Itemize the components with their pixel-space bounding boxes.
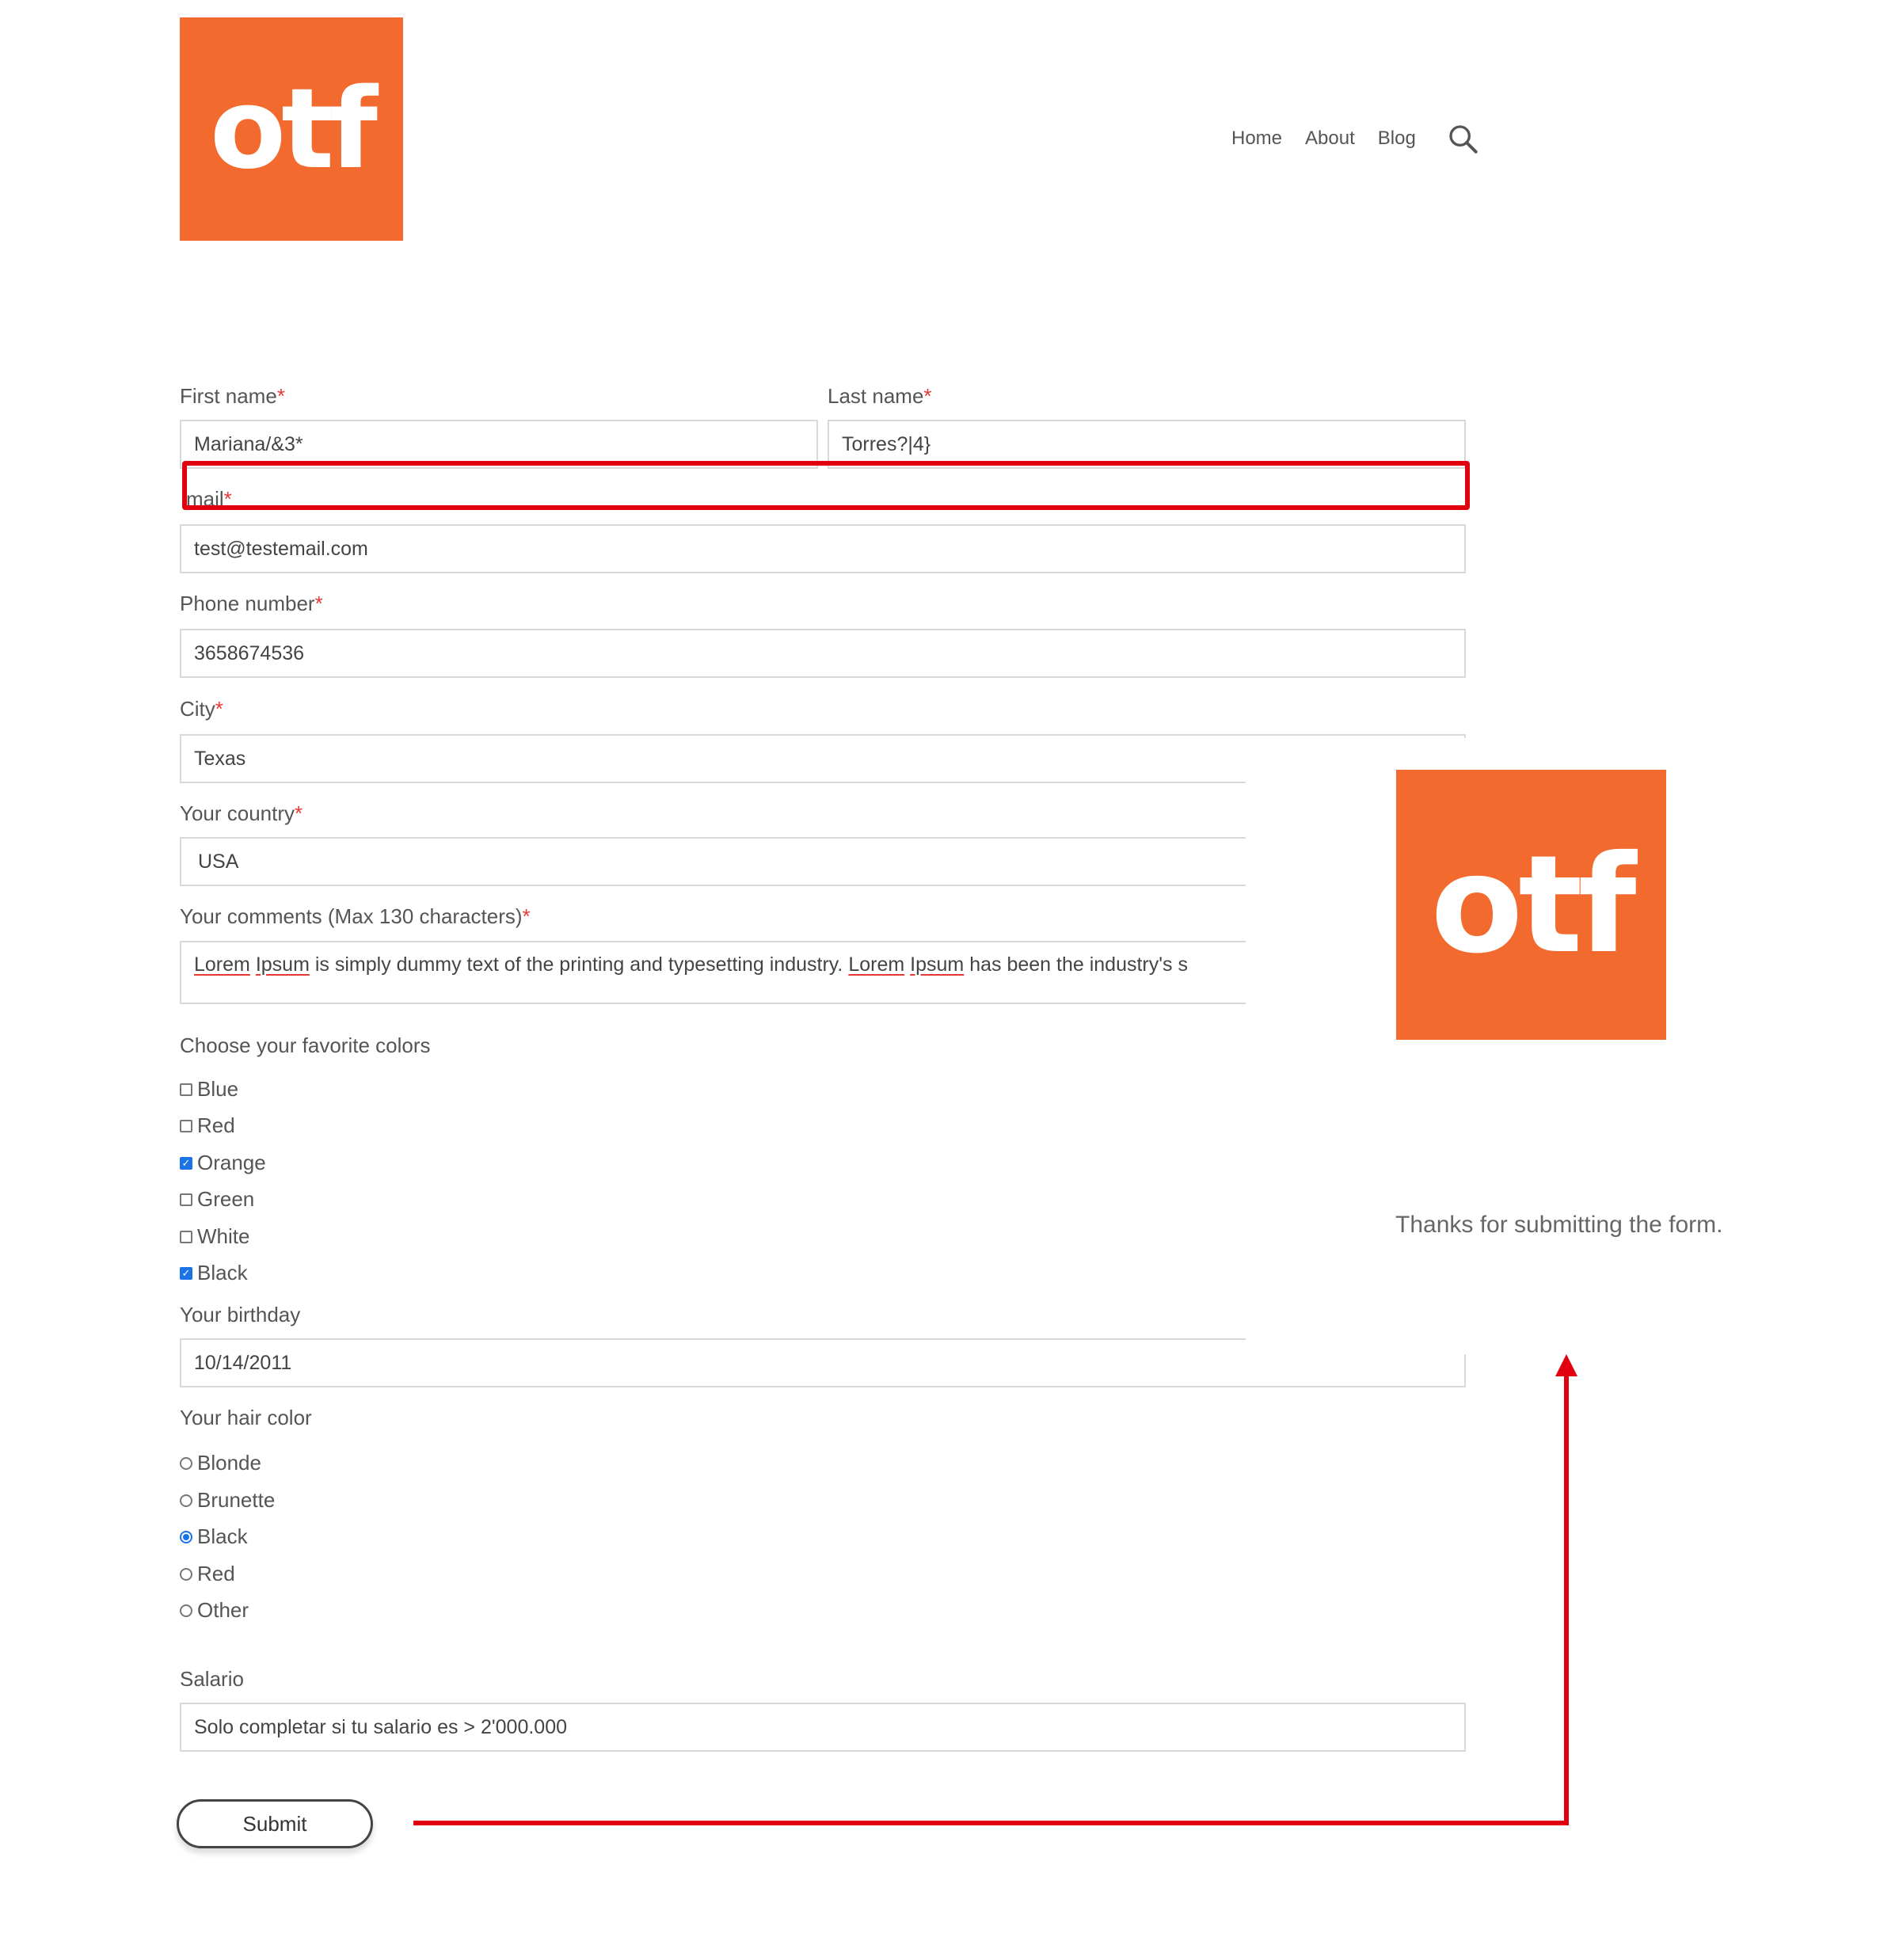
annotation-arrow (413, 1354, 1577, 1825)
